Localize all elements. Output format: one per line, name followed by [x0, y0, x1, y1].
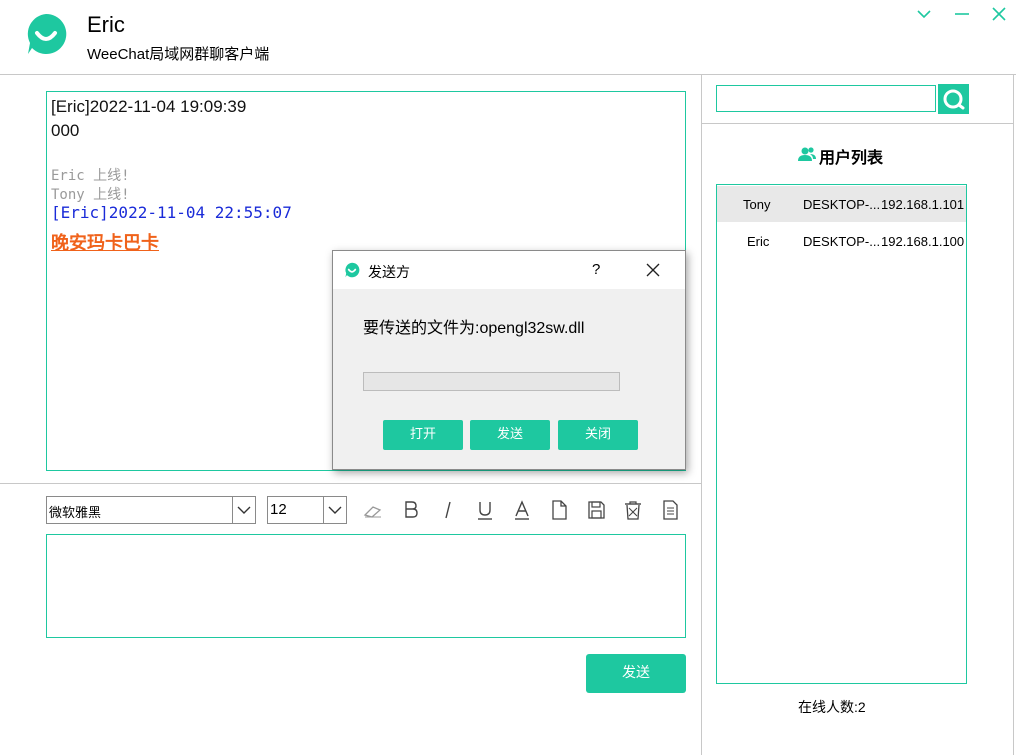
bold-icon[interactable] — [400, 499, 422, 521]
search-icon — [943, 89, 965, 110]
user-host-cell: DESKTOP-... — [803, 234, 881, 249]
help-button[interactable]: ? — [592, 261, 600, 278]
font-family-select[interactable]: 微软雅黑 — [46, 496, 256, 524]
send-file-dialog: 发送方 ? 要传送的文件为:opengl32sw.dll 打开 发送 关闭 — [332, 250, 686, 470]
document-icon[interactable] — [659, 499, 681, 521]
underline-icon[interactable] — [474, 499, 496, 521]
dialog-send-button[interactable]: 发送 — [470, 420, 550, 450]
transfer-progress-bar — [363, 372, 620, 391]
message-body: 晚安玛卡巴卡 — [51, 233, 159, 253]
search-input[interactable] — [716, 85, 936, 112]
user-row-eric[interactable]: Eric DESKTOP-... 192.168.1.100 — [717, 223, 966, 259]
font-size-value: 12 — [270, 501, 287, 518]
users-icon — [798, 147, 816, 161]
online-count: 在线人数:2 — [798, 699, 866, 715]
system-message: Eric 上线! — [51, 168, 130, 184]
user-list[interactable]: Tony DESKTOP-... 192.168.1.101 Eric DESK… — [716, 184, 967, 684]
user-host-cell: DESKTOP-... — [803, 197, 881, 212]
panel-divider — [701, 74, 702, 755]
search-button[interactable] — [938, 84, 969, 114]
message-header: [Eric]2022-11-04 22:55:07 — [51, 203, 292, 222]
minimize-icon[interactable] — [951, 4, 973, 24]
send-button[interactable]: 发送 — [586, 654, 686, 693]
message-input[interactable] — [46, 534, 686, 638]
user-list-title: 用户列表 — [819, 150, 884, 167]
user-row-tony[interactable]: Tony DESKTOP-... 192.168.1.101 — [717, 186, 966, 222]
dialog-title: 发送方 — [368, 264, 410, 280]
chat-divider — [0, 483, 701, 484]
dialog-message: 要传送的文件为:opengl32sw.dll — [363, 320, 585, 337]
user-name-cell: Tony — [743, 197, 771, 212]
eraser-icon[interactable] — [362, 499, 384, 521]
open-button[interactable]: 打开 — [383, 420, 463, 450]
dialog-close-button[interactable]: 关闭 — [558, 420, 638, 450]
file-icon[interactable] — [548, 499, 570, 521]
system-message: Tony 上线! — [51, 187, 130, 203]
close-icon[interactable] — [988, 4, 1010, 24]
user-name-cell: Eric — [747, 234, 770, 249]
chevron-down-icon[interactable] — [913, 4, 935, 24]
user-ip-cell: 192.168.1.101 — [881, 197, 965, 212]
message-body: 000 — [51, 121, 80, 140]
chevron-down-icon — [232, 497, 251, 523]
app-subtitle: WeeChat局域网群聊客户端 — [87, 46, 270, 63]
font-family-value: 微软雅黑 — [49, 505, 102, 520]
close-icon[interactable] — [645, 262, 661, 278]
user-ip-cell: 192.168.1.100 — [881, 234, 965, 249]
trash-icon[interactable] — [622, 499, 644, 521]
search-divider — [702, 123, 1014, 124]
font-size-select[interactable]: 12 — [267, 496, 347, 524]
italic-icon[interactable] — [437, 499, 459, 521]
weechat-logo-icon — [27, 13, 67, 54]
weechat-logo-icon — [345, 262, 360, 278]
user-name: Eric — [87, 12, 125, 37]
save-icon[interactable] — [585, 499, 607, 521]
message-header: [Eric]2022-11-04 19:09:39 — [51, 97, 247, 116]
chevron-down-icon — [323, 497, 342, 523]
text-color-icon[interactable] — [511, 499, 533, 521]
panel-edge — [1013, 74, 1014, 755]
